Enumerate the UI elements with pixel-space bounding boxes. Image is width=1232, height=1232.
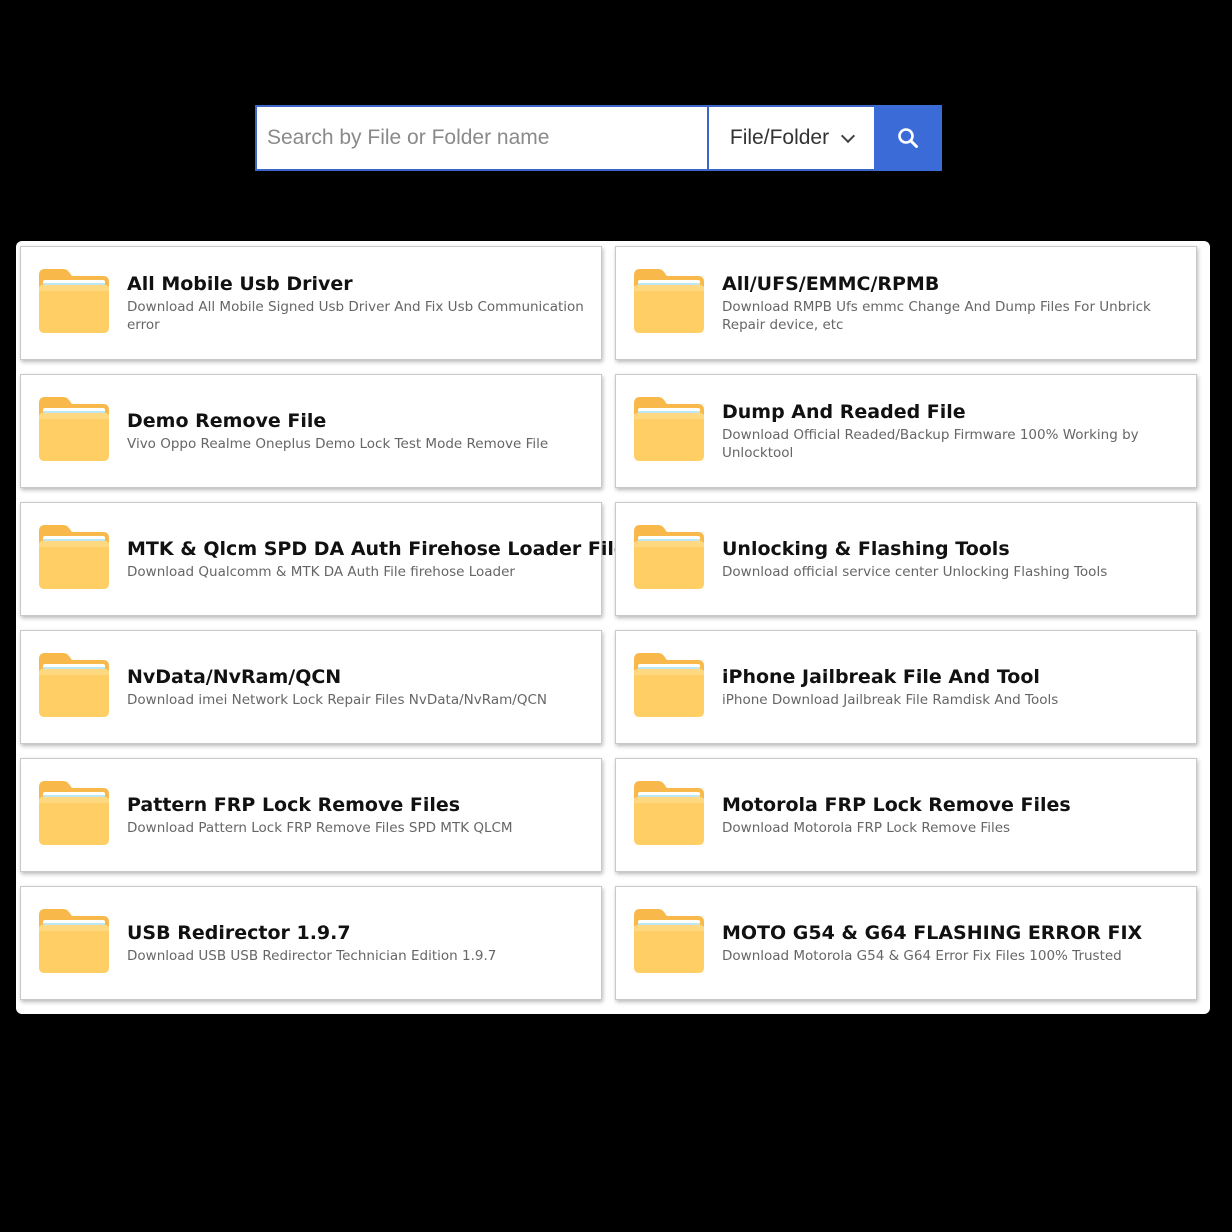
folder-icon (634, 397, 704, 461)
folder-title[interactable]: Demo Remove File (127, 409, 589, 433)
folder-description: Download All Mobile Signed Usb Driver An… (127, 299, 584, 333)
folder-card[interactable]: Demo Remove File Vivo Oppo Realme Oneplus… (20, 374, 602, 488)
folder-description: Download imei Network Lock Repair Files … (127, 692, 547, 708)
folder-card[interactable]: USB Redirector 1.9.7 Download USB USB Red… (20, 886, 602, 1000)
type-select-dropdown[interactable]: File/Folder (708, 105, 874, 171)
folder-icon (39, 653, 109, 717)
folder-icon (634, 525, 704, 589)
folder-card-text: NvData/NvRam/QCN Download imei Network Lo… (127, 665, 589, 709)
folder-icon (39, 397, 109, 461)
folder-card[interactable]: Unlocking & Flashing Tools Download offic… (615, 502, 1197, 616)
folder-card-text: Motorola FRP Lock Remove Files Download M… (722, 793, 1184, 837)
folder-title[interactable]: All Mobile Usb Driver (127, 272, 589, 296)
folder-icon (39, 269, 109, 333)
folder-title[interactable]: Pattern FRP Lock Remove Files (127, 793, 589, 817)
folder-description: Download Pattern Lock FRP Remove Files S… (127, 820, 513, 836)
folder-card[interactable]: Motorola FRP Lock Remove Files Download M… (615, 758, 1197, 872)
folder-description: Download Motorola FRP Lock Remove Files (722, 820, 1011, 836)
type-select-value: File/Folder (729, 126, 830, 149)
folder-card[interactable]: All/UFS/EMMC/RPMB Download RMPB Ufs emmc … (615, 246, 1197, 360)
folder-card[interactable]: NvData/NvRam/QCN Download imei Network Lo… (20, 630, 602, 744)
folder-card-text: iPhone Jailbreak File And Tool iPhone Dow… (722, 665, 1184, 709)
folder-title[interactable]: Unlocking & Flashing Tools (722, 537, 1184, 561)
folder-card-text: MOTO G54 & G64 FLASHING ERROR FIX Downloa… (722, 921, 1184, 965)
folder-title[interactable]: iPhone Jailbreak File And Tool (722, 665, 1184, 689)
search-icon (898, 128, 918, 148)
folder-card-text: Unlocking & Flashing Tools Download offic… (722, 537, 1184, 581)
folder-card[interactable]: Dump And Readed File Download Official Re… (615, 374, 1197, 488)
folder-card-text: All/UFS/EMMC/RPMB Download RMPB Ufs emmc … (722, 272, 1184, 334)
folder-title[interactable]: Motorola FRP Lock Remove Files (722, 793, 1184, 817)
folder-card[interactable]: MOTO G54 & G64 FLASHING ERROR FIX Downloa… (615, 886, 1197, 1000)
folder-grid: All Mobile Usb Driver Download All Mobile… (16, 241, 1210, 1014)
folder-card-text: All Mobile Usb Driver Download All Mobile… (127, 272, 589, 334)
folder-title[interactable]: NvData/NvRam/QCN (127, 665, 589, 689)
search-input[interactable] (255, 105, 708, 171)
search-button[interactable] (874, 105, 942, 171)
folder-icon (634, 269, 704, 333)
folder-description: Download Official Readed/Backup Firmware… (722, 427, 1139, 461)
folder-card-text: Demo Remove File Vivo Oppo Realme Oneplus… (127, 409, 589, 453)
folder-icon (634, 653, 704, 717)
folder-card-text: Dump And Readed File Download Official Re… (722, 400, 1184, 462)
folder-card-text: MTK & Qlcm SPD DA Auth Firehose Loader F… (127, 537, 638, 581)
folder-card[interactable]: Pattern FRP Lock Remove Files Download Pa… (20, 758, 602, 872)
folder-description: Download USB USB Redirector Technician E… (127, 948, 497, 964)
folder-description: Download official service center Unlocki… (722, 564, 1108, 580)
folder-card[interactable]: iPhone Jailbreak File And Tool iPhone Dow… (615, 630, 1197, 744)
folder-icon (39, 909, 109, 973)
page: File/Folder All Mobile Usb Driver Downloa… (0, 0, 1232, 1232)
folder-icon (634, 909, 704, 973)
folder-description: iPhone Download Jailbreak File Ramdisk A… (722, 692, 1059, 708)
folder-icon (39, 781, 109, 845)
folder-title[interactable]: All/UFS/EMMC/RPMB (722, 272, 1184, 296)
folder-card[interactable]: MTK & Qlcm SPD DA Auth Firehose Loader F… (20, 502, 638, 616)
folder-card-text: Pattern FRP Lock Remove Files Download Pa… (127, 793, 589, 837)
search-bar: File/Folder (255, 105, 942, 171)
folder-description: Download RMPB Ufs emmc Change And Dump F… (722, 299, 1151, 333)
folder-icon (634, 781, 704, 845)
chevron-down-icon (841, 128, 856, 143)
folder-title[interactable]: MOTO G54 & G64 FLASHING ERROR FIX (722, 921, 1184, 945)
folder-title[interactable]: USB Redirector 1.9.7 (127, 921, 589, 945)
folder-title[interactable]: Dump And Readed File (722, 400, 1184, 424)
folder-card-text: USB Redirector 1.9.7 Download USB USB Red… (127, 921, 589, 965)
folder-description: Vivo Oppo Realme Oneplus Demo Lock Test … (127, 436, 549, 452)
folder-description: Download Motorola G54 & G64 Error Fix Fi… (722, 948, 1122, 964)
folder-icon (39, 525, 109, 589)
folder-title[interactable]: MTK & Qlcm SPD DA Auth Firehose Loader F… (127, 537, 638, 561)
folder-card[interactable]: All Mobile Usb Driver Download All Mobile… (20, 246, 602, 360)
folder-description: Download Qualcomm & MTK DA Auth File fir… (127, 564, 515, 580)
